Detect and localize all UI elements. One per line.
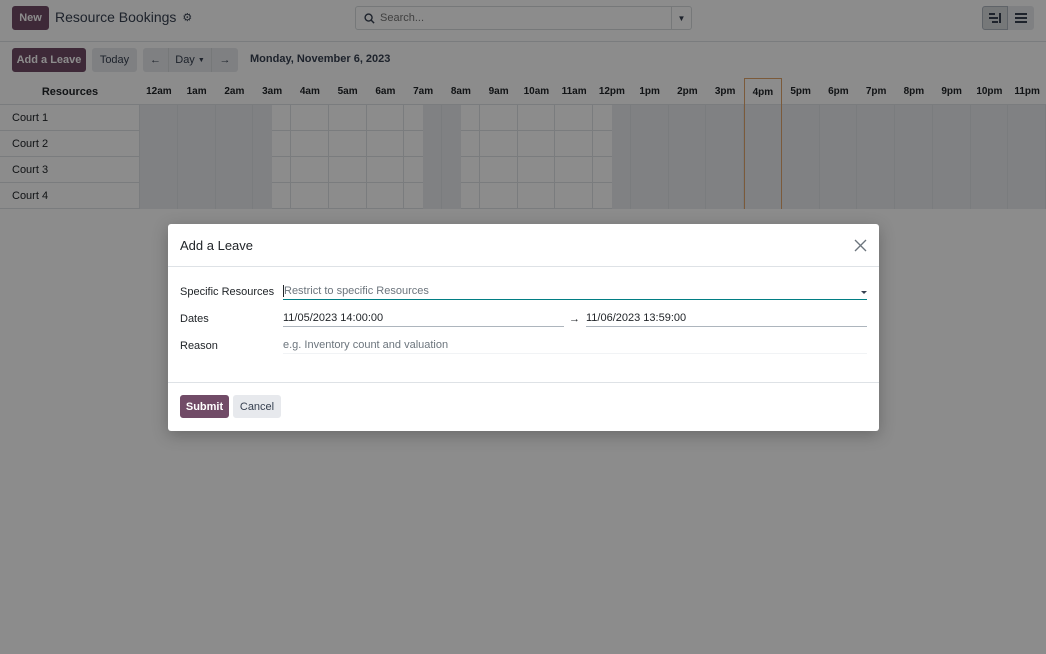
submit-button[interactable]: Submit: [180, 395, 229, 418]
date-from-field[interactable]: 11/05/2023 14:00:00: [283, 309, 564, 327]
reason-label: Reason: [180, 340, 218, 352]
add-leave-dialog: Add a Leave Specific Resources Restrict …: [168, 224, 879, 431]
date-to-field[interactable]: 11/06/2023 13:59:00: [586, 309, 867, 327]
specific-resources-field[interactable]: Restrict to specific Resources: [283, 282, 867, 300]
specific-resources-placeholder: Restrict to specific Resources: [283, 285, 429, 297]
dialog-footer: Submit Cancel: [180, 395, 281, 418]
dialog-body: Specific Resources Restrict to specific …: [168, 267, 879, 383]
dates-label: Dates: [180, 313, 209, 325]
specific-resources-label: Specific Resources: [180, 286, 275, 298]
dialog-header: Add a Leave: [168, 224, 879, 267]
caret-down-icon: [861, 291, 867, 294]
dialog-title: Add a Leave: [180, 237, 254, 253]
cancel-button[interactable]: Cancel: [233, 395, 281, 418]
date-to-value: 11/06/2023 13:59:00: [586, 312, 687, 324]
close-icon: [854, 239, 866, 251]
reason-placeholder: e.g. Inventory count and valuation: [283, 339, 449, 351]
date-from-value: 11/05/2023 14:00:00: [283, 312, 384, 324]
close-button[interactable]: [851, 236, 869, 254]
date-range-arrow-icon: →: [569, 313, 580, 325]
reason-field[interactable]: e.g. Inventory count and valuation: [283, 336, 867, 354]
